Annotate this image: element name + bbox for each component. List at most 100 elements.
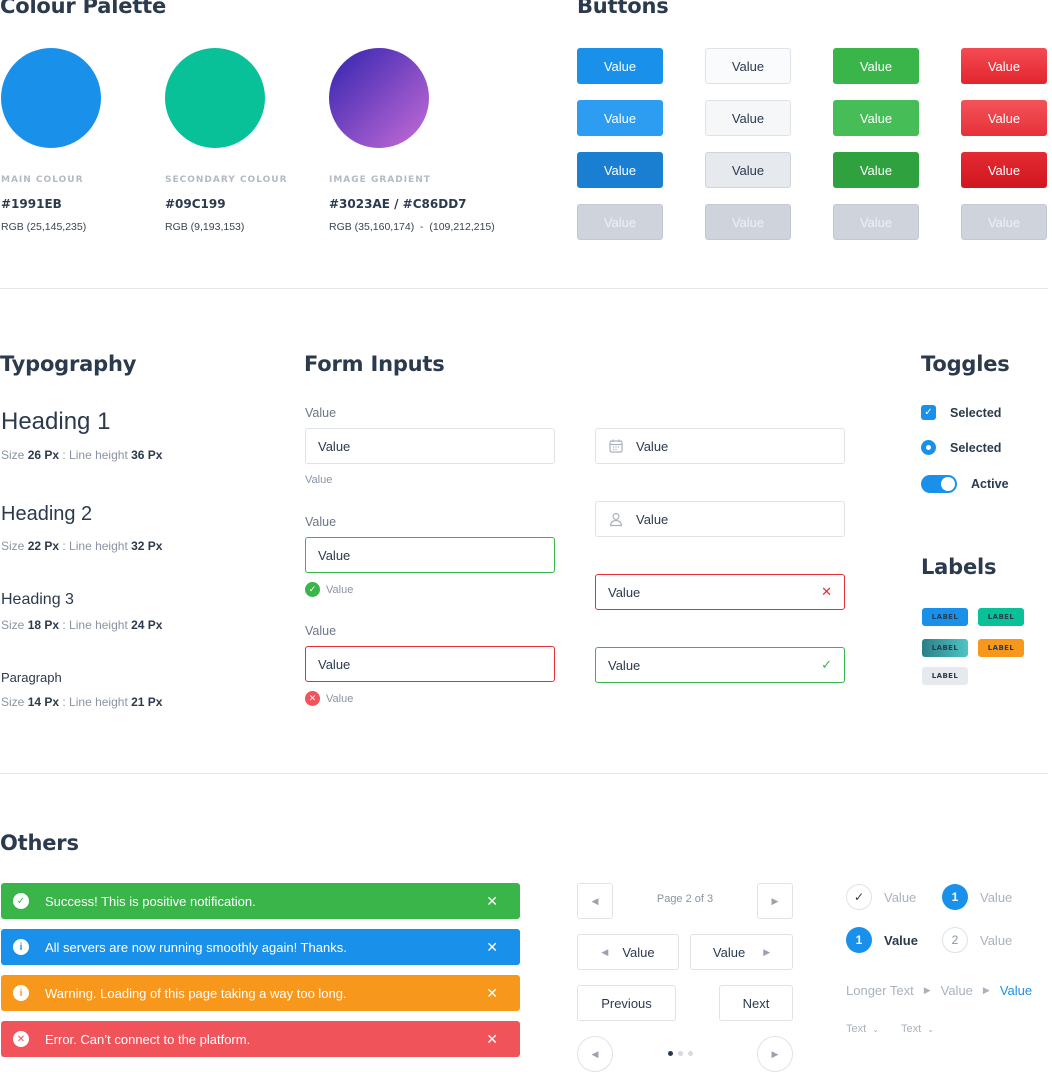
close-icon[interactable]: ✕ — [486, 1031, 498, 1048]
secondary-colour-swatch — [165, 48, 265, 148]
chevron-left-icon: ◀ — [591, 1048, 599, 1059]
heading-1-meta: Size 26 Px : Line height 36 Px — [1, 448, 163, 462]
page-indicator: Page 2 of 3 — [656, 893, 714, 905]
secondary-colour-hex: #09C199 — [165, 197, 226, 211]
default-button-hover[interactable]: Value — [705, 100, 791, 136]
section-divider — [0, 288, 1048, 289]
checkbox-checked[interactable]: ✓ — [921, 405, 936, 420]
check-circle-icon: ✓ — [305, 582, 320, 597]
info-icon: i — [13, 939, 29, 955]
gradient-rgb: RGB (35,160,174) - (109,212,215) — [329, 221, 495, 233]
success-button-hover[interactable]: Value — [833, 100, 919, 136]
switch-row[interactable]: Active — [921, 475, 1009, 493]
warning-alert: i Warning. Loading of this page taking a… — [1, 975, 520, 1011]
palette-title: Colour Palette — [0, 0, 167, 18]
switch-label: Active — [971, 477, 1009, 491]
label-green: LABEL — [978, 608, 1024, 626]
primary-button[interactable]: Value — [577, 48, 663, 84]
checkbox-row[interactable]: ✓ Selected — [921, 405, 1001, 420]
text-input-valid[interactable]: Value — [305, 537, 555, 573]
step-upcoming[interactable]: 2 Value — [942, 927, 1012, 953]
danger-button-pressed[interactable]: Value — [961, 152, 1047, 188]
user-icon — [609, 512, 623, 527]
label-grey: LABEL — [922, 667, 968, 685]
chevron-right-icon: ▶ — [771, 895, 779, 906]
secondary-colour-rgb: RGB (9,193,153) — [165, 221, 245, 233]
input-label-error: Value — [305, 624, 337, 638]
calendar-icon — [609, 439, 623, 453]
dot-active[interactable] — [668, 1051, 673, 1056]
check-icon: ✓ — [13, 893, 29, 909]
close-icon[interactable]: ✕ — [486, 939, 498, 956]
previous-button[interactable]: Previous — [577, 985, 676, 1021]
gradient-caption: IMAGE GRADIENT — [329, 175, 431, 185]
close-icon[interactable]: ✕ — [821, 584, 832, 600]
others-title: Others — [0, 831, 79, 855]
label-orange: LABEL — [978, 639, 1024, 657]
prev-page-button[interactable]: ◀ — [577, 883, 613, 919]
dropdown-text-1[interactable]: Text ⌄ — [846, 1023, 879, 1035]
close-icon[interactable]: ✕ — [486, 893, 498, 910]
main-colour-swatch — [1, 48, 101, 148]
chevron-right-icon: ▶ — [923, 985, 931, 995]
info-icon: i — [13, 985, 29, 1001]
label-blue: LABEL — [922, 608, 968, 626]
breadcrumb: Longer Text ▶ Value ▶ Value — [846, 983, 1032, 998]
error-alert: ✕ Error. Can’t connect to the platform. … — [1, 1021, 520, 1057]
error-icon: ✕ — [13, 1031, 29, 1047]
danger-button[interactable]: Value — [961, 48, 1047, 84]
close-icon[interactable]: ✕ — [486, 985, 498, 1002]
text-input-error-inline[interactable]: Value ✕ — [595, 574, 845, 610]
breadcrumb-item-current[interactable]: Value — [1000, 983, 1032, 998]
text-input[interactable]: Value — [305, 428, 555, 464]
check-icon: ✓ — [846, 884, 872, 910]
dropdown-text-2[interactable]: Text ⌄ — [901, 1023, 934, 1035]
breadcrumb-item[interactable]: Longer Text — [846, 983, 914, 998]
user-input[interactable]: Value — [595, 501, 845, 537]
heading-3-meta: Size 18 Px : Line height 24 Px — [1, 618, 163, 632]
prev-value-button[interactable]: ◀ Value — [577, 934, 679, 970]
carousel-next-button[interactable]: ▶ — [757, 1036, 793, 1072]
chevron-down-icon: ⌄ — [872, 1024, 879, 1034]
typography-title: Typography — [0, 352, 137, 376]
danger-button-hover[interactable]: Value — [961, 100, 1047, 136]
success-button[interactable]: Value — [833, 48, 919, 84]
error-hint: ✕ Value — [305, 691, 353, 706]
dot[interactable] — [678, 1051, 683, 1056]
step-active[interactable]: 1 Value — [846, 927, 918, 953]
success-alert: ✓ Success! This is positive notification… — [1, 883, 520, 919]
primary-button-hover[interactable]: Value — [577, 100, 663, 136]
text-input-valid-inline[interactable]: Value ✓ — [595, 647, 845, 683]
radio-row[interactable]: Selected — [921, 440, 1001, 455]
text-input-error[interactable]: Value — [305, 646, 555, 682]
form-inputs-title: Form Inputs — [304, 352, 445, 376]
input-label-valid: Value — [305, 515, 337, 529]
chevron-right-icon: ▶ — [771, 1048, 779, 1059]
dot[interactable] — [688, 1051, 693, 1056]
toggle-switch[interactable] — [921, 475, 957, 493]
main-colour-rgb: RGB (25,145,235) — [1, 221, 87, 233]
label-gradient: LABEL — [922, 639, 968, 657]
chevron-right-icon: ▶ — [763, 946, 771, 957]
default-button[interactable]: Value — [705, 48, 791, 84]
step-current[interactable]: 1 Value — [942, 884, 1012, 910]
radio-label: Selected — [950, 440, 1002, 455]
default-button-pressed[interactable]: Value — [705, 152, 791, 188]
next-button[interactable]: Next — [719, 985, 793, 1021]
heading-2-meta: Size 22 Px : Line height 32 Px — [1, 539, 163, 553]
breadcrumb-item[interactable]: Value — [941, 983, 973, 998]
next-value-button[interactable]: Value ▶ — [690, 934, 793, 970]
default-button-disabled: Value — [705, 204, 791, 240]
primary-button-pressed[interactable]: Value — [577, 152, 663, 188]
buttons-title: Buttons — [577, 0, 669, 18]
main-colour-hex: #1991EB — [1, 197, 62, 211]
next-page-button[interactable]: ▶ — [757, 883, 793, 919]
date-input[interactable]: Value — [595, 428, 845, 464]
check-icon: ✓ — [821, 657, 832, 672]
success-button-pressed[interactable]: Value — [833, 152, 919, 188]
step-completed[interactable]: ✓ Value — [846, 884, 916, 910]
radio-selected[interactable] — [921, 440, 936, 455]
paragraph-sample: Paragraph — [1, 670, 62, 685]
carousel-prev-button[interactable]: ◀ — [577, 1036, 613, 1072]
gradient-hex: #3023AE / #C86DD7 — [329, 197, 467, 211]
